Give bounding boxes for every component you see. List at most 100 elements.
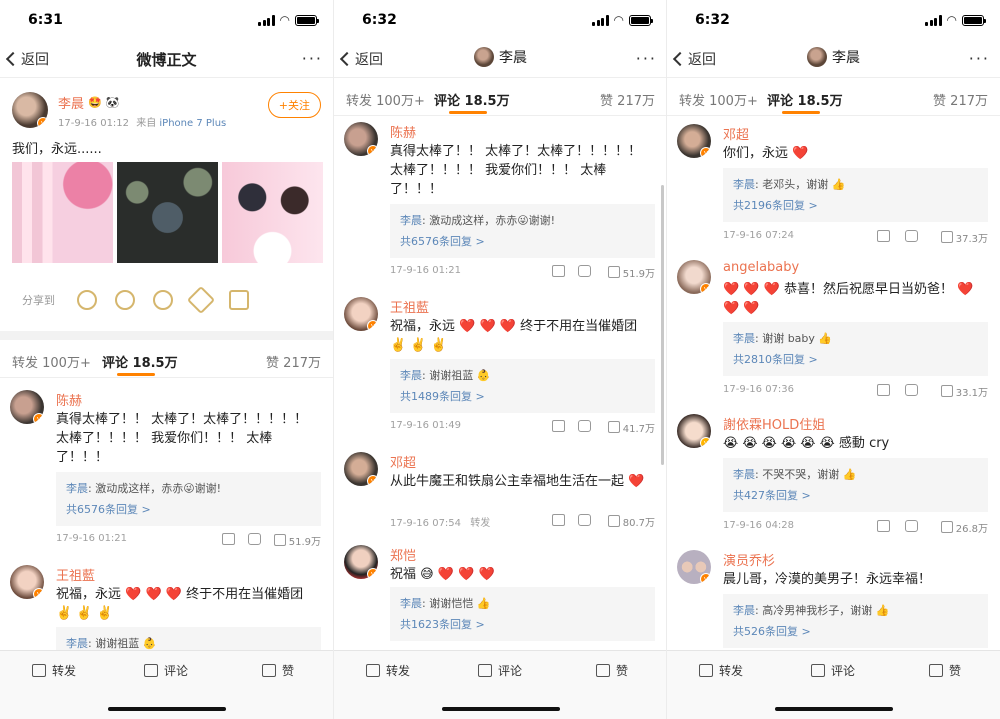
reply-count-link[interactable]: 共2810条回复 >	[733, 349, 978, 370]
author-name[interactable]: 李晨	[58, 93, 84, 112]
reply-count-link[interactable]: 共1623条回复 >	[400, 614, 645, 635]
share-icon[interactable]	[877, 384, 890, 396]
nav-user[interactable]: 李晨	[334, 47, 667, 67]
nav-user[interactable]: 李晨	[667, 47, 1000, 67]
commenter-name[interactable]: 陈赫	[56, 390, 82, 409]
reply-box[interactable]: 李晨: 老邓头，谢谢 👍 共2196条回复 >	[723, 168, 988, 222]
reply-box[interactable]: 李晨: 谢谢 baby 👍 共2810条回复 >	[723, 322, 988, 376]
like-button[interactable]: 赞	[596, 662, 628, 679]
commenter-avatar[interactable]: v	[677, 260, 711, 294]
more-button[interactable]: ···	[969, 49, 990, 68]
reply-box[interactable]: 李晨: 激动成这样，赤赤😜谢谢! 共6576条回复 >	[56, 472, 321, 526]
reply-count-link[interactable]: 共6576条回复 >	[66, 499, 311, 520]
tab-repost[interactable]: 转发 100万+	[12, 352, 91, 371]
tab-repost[interactable]: 转发 100万+	[346, 90, 425, 109]
share-icon[interactable]	[877, 230, 890, 242]
reply-box[interactable]: 李晨: 谢谢恺恺 👍 共1623条回复 >	[390, 587, 655, 641]
like-button[interactable]: 51.9万	[274, 533, 321, 548]
commenter-avatar[interactable]: v	[10, 565, 44, 599]
reply-box[interactable]: 李晨: 激动成这样，赤赤😜谢谢! 共6576条回复 >	[390, 204, 655, 258]
commenter-avatar[interactable]: v	[344, 452, 378, 486]
qq-icon[interactable]	[153, 290, 173, 310]
comment-button[interactable]: 评论	[811, 662, 855, 679]
tab-comment[interactable]: 评论 18.5万	[102, 352, 178, 371]
reply-box[interactable]: 李晨: 谢谢祖蓝 👶 共1489条回复 >	[390, 359, 655, 413]
share-icon[interactable]	[222, 533, 235, 545]
share-icon[interactable]	[877, 520, 890, 532]
like-button[interactable]: 51.9万	[608, 265, 655, 280]
comment-icon[interactable]	[905, 384, 918, 396]
commenter-name[interactable]: 王祖藍	[390, 297, 429, 316]
home-indicator[interactable]	[442, 707, 560, 711]
post-image-2[interactable]	[117, 162, 218, 263]
commenter-name[interactable]: 王祖藍	[56, 565, 95, 584]
commenter-avatar[interactable]: v	[344, 122, 378, 156]
device-link[interactable]: iPhone 7 Plus	[159, 118, 226, 129]
commenter-name[interactable]: 陈赫	[390, 122, 416, 141]
reply-count-link[interactable]: 共6576条回复 >	[400, 231, 645, 252]
repost-button[interactable]: 转发	[366, 662, 410, 679]
tab-like[interactable]: 赞 217万	[266, 352, 321, 371]
comment-button[interactable]: 评论	[478, 662, 522, 679]
tab-comment[interactable]: 评论 18.5万	[767, 90, 843, 109]
reply-box[interactable]: 李晨: 高冷男神我杉子，谢谢 👍 共526条回复 >	[723, 594, 988, 648]
commenter-avatar[interactable]: v	[677, 414, 711, 448]
commenter-name[interactable]: 邓超	[723, 124, 749, 143]
wechat-icon[interactable]	[77, 290, 97, 310]
repost-label[interactable]: 转发	[470, 518, 490, 529]
comment-icon[interactable]	[578, 514, 591, 526]
comment-icon[interactable]	[905, 520, 918, 532]
like-button[interactable]: 26.8万	[941, 520, 988, 535]
reply-box[interactable]: 李晨: 不哭不哭，谢谢 👍 共427条回复 >	[723, 458, 988, 512]
comment-icon[interactable]	[578, 420, 591, 432]
comment-button[interactable]: 评论	[144, 662, 188, 679]
follow-button[interactable]: +关注	[267, 92, 321, 118]
save-image-icon[interactable]	[229, 290, 249, 310]
reply-count-link[interactable]: 共526条回复 >	[733, 621, 978, 642]
reply-count-link[interactable]: 共1489条回复 >	[400, 386, 645, 407]
comment-icon[interactable]	[578, 265, 591, 277]
tab-like[interactable]: 赞 217万	[933, 90, 988, 109]
tab-like[interactable]: 赞 217万	[600, 90, 655, 109]
moments-icon[interactable]	[115, 290, 135, 310]
home-indicator[interactable]	[108, 707, 226, 711]
home-indicator[interactable]	[775, 707, 893, 711]
reply-count-link[interactable]: 共2196条回复 >	[733, 195, 978, 216]
commenter-name[interactable]: 謝依霖HOLD住姐	[723, 414, 825, 433]
commenter-avatar[interactable]: v	[344, 297, 378, 331]
commenter-avatar[interactable]: v	[10, 390, 44, 424]
comment-footer: 17-9-16 01:49 41.7万	[390, 420, 655, 435]
commenter-name[interactable]: 邓超	[390, 452, 416, 471]
scrollbar[interactable]	[661, 185, 664, 465]
commenter-name[interactable]: 郑恺	[390, 545, 416, 564]
comment-icon[interactable]	[905, 230, 918, 242]
share-icon[interactable]	[552, 514, 565, 526]
tab-repost[interactable]: 转发 100万+	[679, 90, 758, 109]
more-button[interactable]: ···	[302, 49, 323, 68]
comment-icon[interactable]	[248, 533, 261, 545]
qzone-icon[interactable]	[186, 285, 216, 315]
post-image-1[interactable]	[12, 162, 113, 263]
author-avatar[interactable]: v	[12, 92, 48, 128]
like-button[interactable]: 赞	[262, 662, 294, 679]
commenter-avatar[interactable]: v	[344, 545, 378, 579]
share-icon[interactable]	[552, 420, 565, 432]
verified-icon: v	[700, 437, 711, 448]
like-button[interactable]: 80.7万	[608, 514, 655, 529]
like-button[interactable]: 41.7万	[608, 420, 655, 435]
like-button[interactable]: 赞	[929, 662, 961, 679]
share-icon[interactable]	[552, 265, 565, 277]
repost-button[interactable]: 转发	[699, 662, 743, 679]
battery-icon	[295, 14, 319, 26]
reply-count-link[interactable]: 共427条回复 >	[733, 485, 978, 506]
commenter-avatar[interactable]: v	[677, 550, 711, 584]
commenter-avatar[interactable]: v	[677, 124, 711, 158]
repost-button[interactable]: 转发	[32, 662, 76, 679]
more-button[interactable]: ···	[636, 49, 657, 68]
tab-comment[interactable]: 评论 18.5万	[434, 90, 510, 109]
commenter-name[interactable]: 演员乔杉	[723, 550, 775, 569]
post-image-3[interactable]	[222, 162, 323, 263]
commenter-name[interactable]: angelababy	[723, 260, 799, 275]
like-button[interactable]: 37.3万	[941, 230, 988, 245]
like-button[interactable]: 33.1万	[941, 384, 988, 399]
